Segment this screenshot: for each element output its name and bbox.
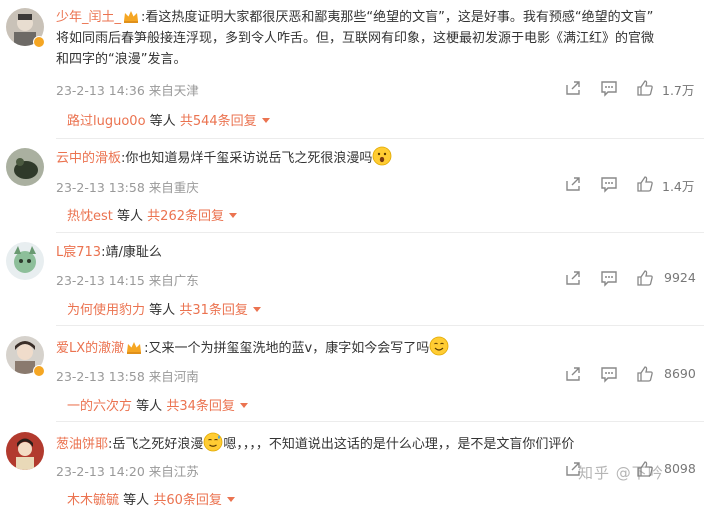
location: 来自天津 [148,83,199,98]
location: 来自河南 [148,369,199,384]
chevron-down-icon[interactable] [261,118,270,123]
like-count: 1.4万 [662,179,695,194]
reply-count[interactable]: 共34条回复 [166,399,235,414]
reply-count[interactable]: 共60条回复 [153,493,222,507]
reply-summary[interactable]: 一的六次方 等人 共34条回复 [67,395,248,414]
like-icon[interactable] [636,79,654,97]
like-count: 8098 [664,461,696,476]
comment-meta: 23-2-13 13:58 来自河南 [56,366,199,385]
avatar[interactable] [6,148,44,186]
comment-icon[interactable] [600,175,618,193]
reply-username[interactable]: 为何使用豹力 [67,303,145,318]
comment-text: 少年_闰土_ :看这热度证明大家都很厌恶和鄙夷那些“绝望的文盲”，这是好事。我有预… [56,7,691,70]
reply-username[interactable]: 一的六次方 [67,399,132,414]
share-icon[interactable] [564,175,582,193]
comment-text: 爱LX的澈澈 :又来一个为拼玺玺洗地的蓝v，康字如今会写了吗 [56,336,691,359]
username[interactable]: L宸713 [56,245,101,260]
comment-body: :你也知道易烊千玺采访说岳飞之死很浪漫吗 [121,151,373,166]
location: 来自江苏 [148,464,199,479]
vip-badge [33,365,45,377]
vip-badge [33,36,45,48]
reply-etc: 等人 [149,114,176,129]
comment-body-cont: 嗯，，，，不知道说出这话的是什么心理，，是不是文盲你们评价 [223,437,575,452]
avatar[interactable] [6,242,44,280]
location: 来自广东 [148,273,199,288]
comment-body: :又来一个为拼玺玺洗地的蓝v，康字如今会写了吗 [144,341,430,356]
username[interactable]: 少年_闰土_ [56,10,121,25]
comment-meta: 23-2-13 14:15 来自广东 [56,270,199,289]
smile-emoji-icon [429,336,449,356]
action-bar: 1.4万 [504,174,704,194]
comment-body: :岳飞之死好浪漫 [108,437,204,452]
sweat-emoji-icon [204,432,223,452]
divider [56,232,704,233]
reply-etc: 等人 [136,399,163,414]
timestamp: 23-2-13 14:36 [56,83,145,98]
divider [56,138,704,139]
crown-icon [124,11,139,23]
like-count: 1.7万 [662,83,695,98]
comment-body-line3: 和四字的“浪漫”发言。 [56,52,187,67]
location: 来自重庆 [148,180,199,195]
like-icon[interactable] [636,175,654,193]
divider [56,325,704,326]
share-icon[interactable] [564,269,582,287]
comment-body-line2: 将如同雨后春笋般接连浮现，多到令人咋舌。但，互联网有印象，这梗最初发源于电影《满… [56,31,655,46]
timestamp: 23-2-13 13:58 [56,369,145,384]
like-icon[interactable] [636,365,654,383]
timestamp: 23-2-13 13:58 [56,180,145,195]
comment-text: 云中的滑板:你也知道易烊千玺采访说岳飞之死很浪漫吗 [56,146,691,169]
share-icon[interactable] [564,365,582,383]
username[interactable]: 爱LX的澈澈 [56,341,124,356]
chevron-down-icon[interactable] [229,213,237,218]
reply-summary[interactable]: 热忱est 等人 共262条回复 [67,205,237,224]
crown-icon [127,342,142,354]
like-count: 9924 [664,270,696,285]
like-icon[interactable] [636,269,654,287]
action-bar: 8690 [504,364,704,384]
reply-etc: 等人 [123,493,150,507]
comment-text: 葱油饼耶:岳飞之死好浪漫 嗯，，，，不知道说出这话的是什么心理，，是不是文盲你们评… [56,432,691,455]
timestamp: 23-2-13 14:15 [56,273,145,288]
divider [56,421,704,422]
username[interactable]: 葱油饼耶 [56,437,108,452]
reply-username[interactable]: 木木毓毓 [67,493,119,507]
share-icon[interactable] [564,79,582,97]
reply-username[interactable]: 热忱est [67,209,113,224]
comment-meta: 23-2-13 13:58 来自重庆 [56,177,199,196]
surprised-emoji-icon [373,146,392,166]
reply-summary[interactable]: 木木毓毓 等人 共60条回复 [67,489,235,507]
reply-username[interactable]: 路过luguo0o [67,114,146,129]
comment-body: :看这热度证明大家都很厌恶和鄙夷那些“绝望的文盲”，这是好事。我有预感“绝望的文… [141,10,654,25]
chevron-down-icon[interactable] [252,307,261,312]
reply-etc: 等人 [117,209,144,224]
reply-summary[interactable]: 为何使用豹力 等人 共31条回复 [67,299,261,318]
reply-etc: 等人 [149,303,176,318]
comment-icon[interactable] [600,365,618,383]
like-count: 8690 [664,366,696,381]
comment-body: :靖/康耻么 [101,245,162,260]
reply-count[interactable]: 共31条回复 [179,303,248,318]
comment-meta: 23-2-13 14:36 来自天津 [56,80,199,99]
comment-meta: 23-2-13 14:20 来自江苏 [56,461,199,480]
comment-icon[interactable] [600,79,618,97]
reply-count[interactable]: 共544条回复 [180,114,257,129]
comment-text: L宸713:靖/康耻么 [56,242,691,263]
chevron-down-icon[interactable] [239,403,248,408]
action-bar: 1.7万 [504,78,704,98]
watermark: 知乎 @下吟 [578,464,664,482]
action-bar: 9924 [504,268,704,288]
reply-count[interactable]: 共262条回复 [147,209,224,224]
avatar[interactable] [6,432,44,470]
chevron-down-icon[interactable] [226,497,235,502]
timestamp: 23-2-13 14:20 [56,464,145,479]
reply-summary[interactable]: 路过luguo0o 等人 共544条回复 [67,110,270,129]
comment-icon[interactable] [600,269,618,287]
username[interactable]: 云中的滑板 [56,151,121,166]
